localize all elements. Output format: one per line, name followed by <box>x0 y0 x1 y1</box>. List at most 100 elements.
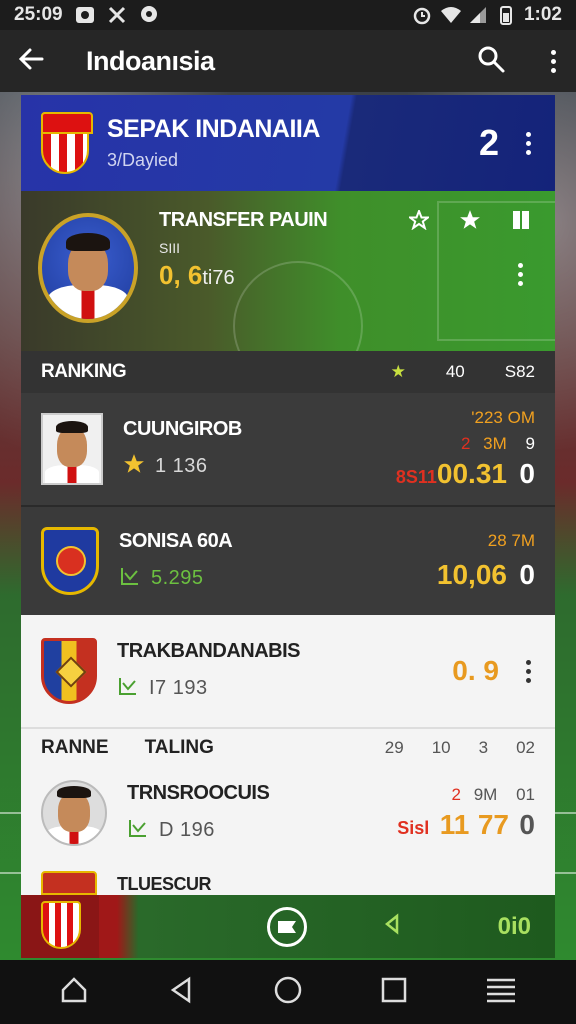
club-badge <box>41 527 99 595</box>
menu-lines-icon[interactable] <box>485 976 517 1009</box>
ranking-row-stat: 5.295 <box>151 567 204 589</box>
transfer-more-icon[interactable] <box>513 261 527 287</box>
ranking-row[interactable]: SONISA 60A 5.295 28 7M 10,06 0 <box>21 505 555 615</box>
row-line-1: '223 OM <box>471 408 535 427</box>
player-hair <box>66 233 110 251</box>
player-line-c: 01 <box>516 785 535 804</box>
chart-check-icon <box>127 817 149 845</box>
player-face <box>57 427 87 467</box>
player-avatar <box>38 213 138 323</box>
row-price: 10,06 <box>436 559 507 590</box>
sub-col: 02 <box>516 738 535 757</box>
team-crest <box>41 112 93 174</box>
image-icon <box>75 5 95 25</box>
status-time: 25:09 <box>14 4 63 25</box>
row-price-end: 0 <box>519 458 535 489</box>
ranking-header: RANKING ★ 40 S82 <box>21 351 555 393</box>
player-price-main: 11 <box>439 809 470 840</box>
sub-col: 10 <box>431 738 451 757</box>
bookmark-icon[interactable] <box>511 209 531 236</box>
ranking-col-1: 40 <box>445 362 465 381</box>
row-line-2c: 9 <box>525 434 535 453</box>
ranking-section: RANKING ★ 40 S82 CUUNGIROB 1 136 '223 OM <box>21 351 555 615</box>
list-item-name: TRAKBANDANABIS <box>117 639 301 662</box>
player-hair <box>57 786 91 798</box>
tools-icon <box>107 5 127 25</box>
sub-col: 3 <box>478 738 489 757</box>
player-price-prefix: Sisl <box>397 818 430 838</box>
ranking-title: RANKING <box>41 361 127 382</box>
app-bar: Indoanısia <box>0 30 576 92</box>
star-filled-icon[interactable] <box>459 209 481 236</box>
player-face <box>58 792 90 832</box>
back-triangle-icon[interactable] <box>167 976 195 1009</box>
team-crest-small <box>41 901 81 949</box>
ranking-col-2: S82 <box>504 362 535 381</box>
ranking-row-name: SONISA 60A <box>119 529 233 552</box>
row-price-prefix: 8S11 <box>395 467 437 487</box>
ranking-star-icon: ★ <box>390 362 406 381</box>
partial-row-name: TLUESCUR <box>117 874 212 894</box>
player-row[interactable]: TRNSROOCUIS D 196 2 9M 01 Sisl 11 77 0 <box>21 767 555 859</box>
header-count: 2 <box>478 122 499 163</box>
team-tile[interactable] <box>21 895 99 958</box>
row-price-end: 0 <box>519 559 535 590</box>
back-arrow-icon[interactable] <box>16 44 46 79</box>
team-subtitle: 3/Dayied <box>107 150 179 170</box>
club-badge <box>41 871 97 895</box>
system-nav-bar <box>0 960 576 1024</box>
player-line-a: 2 <box>451 785 461 804</box>
row-line-2b: 3M <box>483 434 507 453</box>
wifi-icon <box>440 5 461 25</box>
list-item-more-icon[interactable] <box>521 658 535 684</box>
player-row-stat: D 196 <box>159 819 215 841</box>
transfer-value-suffix: ti76 <box>202 267 235 289</box>
ranking-row[interactable]: CUUNGIROB 1 136 '223 OM 2 3M 9 8S1100.31… <box>21 393 555 505</box>
status-bar: 25:09 1:02 <box>0 0 576 30</box>
page-title: Indoanısia <box>86 45 215 76</box>
arrow-left-icon[interactable] <box>381 912 405 941</box>
player-price-end: 0 <box>519 809 535 840</box>
light-section: TRAKBANDANABIS I7 193 0. 9 RANNE TALING … <box>21 615 555 895</box>
recents-square-icon[interactable] <box>381 977 407 1008</box>
sub-header-left: RANNE <box>41 737 109 758</box>
location-icon <box>139 5 159 25</box>
flag-button[interactable] <box>267 906 307 947</box>
player-price-mid: 77 <box>477 809 509 840</box>
transfer-card[interactable]: TRANSFER PAUIN SIII 0, 6ti76 <box>21 191 555 351</box>
sub-header-right: TALING <box>144 737 214 758</box>
player-row-name: TRNSROOCUIS <box>127 781 270 804</box>
list-item-price: 0. 9 <box>452 655 499 686</box>
more-vert-icon[interactable] <box>546 48 560 74</box>
transfer-value-main: 0, 6 <box>159 260 203 290</box>
team-name: SEPAK INDANAIIA <box>107 115 320 143</box>
chart-check-icon <box>119 565 141 593</box>
battery-icon <box>496 5 516 25</box>
team-header-card[interactable]: SEPAK INDANAIIA 3/Dayied 2 <box>21 95 555 191</box>
club-badge <box>41 638 97 704</box>
row-line-2a: 2 <box>460 434 471 453</box>
ranking-row-stat: 1 136 <box>155 455 208 477</box>
player-shirt <box>45 465 99 483</box>
search-icon[interactable] <box>476 44 506 79</box>
home-icon[interactable] <box>59 975 89 1010</box>
partial-row[interactable]: TLUESCUR <box>21 861 555 895</box>
player-hair <box>56 421 88 433</box>
star-outline-icon[interactable] <box>407 208 431 235</box>
row-price: 00.31 <box>436 458 507 489</box>
status-clock: 1:02 <box>523 4 562 25</box>
sub-col: 29 <box>384 738 404 757</box>
player-thumbnail <box>41 413 103 485</box>
signal-icon <box>468 5 488 25</box>
list-item-stat: I7 193 <box>149 677 208 699</box>
header-more-icon[interactable] <box>521 130 535 156</box>
ranking-row-name: CUUNGIROB <box>123 417 242 440</box>
bottom-score: 0i0 <box>497 912 531 940</box>
chart-check-icon <box>117 675 139 703</box>
home-circle-icon[interactable] <box>273 975 303 1010</box>
list-item[interactable]: TRAKBANDANABIS I7 193 0. 9 <box>21 615 555 727</box>
player-avatar-small <box>41 780 107 846</box>
star-icon <box>123 453 145 481</box>
transfer-mini: SIII <box>159 240 181 256</box>
bottom-action-bar: 0i0 <box>21 895 555 958</box>
